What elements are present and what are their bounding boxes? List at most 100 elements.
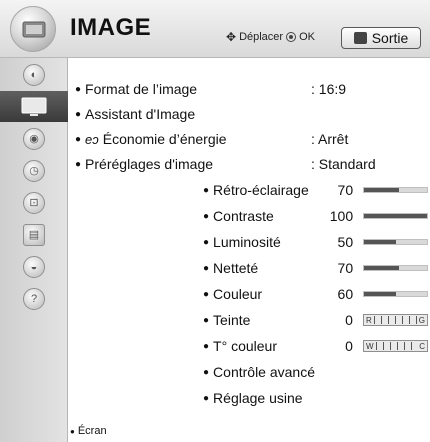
setting-label: Teinte [213, 312, 251, 328]
setting-backlight[interactable]: ● Rétro-éclairage 70 [203, 177, 428, 203]
sidebar-item-options[interactable]: ▤ [0, 219, 68, 250]
leaf-icon: eↄ [85, 131, 99, 147]
menu-item-value: : Arrêt [311, 131, 349, 147]
setting-label: Réglage usine [213, 390, 303, 406]
setting-value: 70 [337, 182, 354, 198]
ok-button-icon [286, 32, 297, 42]
scale-right-label: C [419, 341, 425, 351]
bullet: ● [75, 158, 82, 170]
color-temperature-scale: W C [362, 340, 428, 352]
menu-item-aspect-ratio[interactable]: ● Format de l’image : 16:9 [75, 76, 430, 102]
menu-item-value: : Standard [311, 156, 376, 172]
menu-item-energy-saving[interactable]: ● eↄ Économie d’énergie : Arrêt [75, 126, 430, 152]
scale-right-label: G [418, 315, 425, 325]
sidebar-item-time[interactable]: ◷ [0, 155, 68, 186]
bullet: ● [75, 108, 82, 120]
menu-item-label: Économie d’énergie [102, 131, 227, 147]
scale-ticks [375, 342, 418, 350]
picture-settings-list: ● Format de l’image : 16:9 ● Assistant d… [68, 58, 430, 442]
clock-icon: ◷ [23, 159, 45, 182]
ok-label: OK [299, 31, 315, 43]
speaker-icon: ◉ [23, 127, 45, 150]
level-bar-fill [364, 292, 396, 296]
menu-header: IMAGE ✥ Déplacer OK Sortie [0, 0, 430, 58]
setting-contrast[interactable]: ● Contraste 100 [203, 203, 428, 229]
setting-value: 60 [337, 286, 354, 302]
sidebar-item-lock[interactable]: ⊡ [0, 187, 68, 218]
setting-tint[interactable]: ● Teinte 0 R G [203, 307, 428, 333]
options-icon: ▤ [23, 223, 45, 246]
sidebar-item-audio[interactable]: ◉ [0, 123, 68, 154]
setting-brightness[interactable]: ● Luminosité 50 [203, 229, 428, 255]
network-icon: ◒ [23, 255, 45, 278]
setting-label: Contrôle avancé [213, 364, 315, 380]
picture-menu-icon [10, 6, 56, 52]
menu-item-label: Préréglages d'image [85, 156, 214, 172]
bullet: ● [203, 288, 210, 300]
setting-label: Contraste [213, 208, 274, 224]
exit-key-icon [353, 32, 367, 44]
menu-item-screen[interactable]: ● Écran [70, 425, 107, 437]
exit-label: Sortie [371, 30, 409, 46]
setting-label: Couleur [213, 286, 263, 302]
menu-item-label: Assistant d'Image [85, 106, 196, 122]
level-bar [363, 187, 428, 193]
sidebar-item-help[interactable]: ? [0, 283, 68, 314]
scale-left-label: R [365, 315, 372, 325]
sidebar-item-network[interactable]: ◒ [0, 251, 68, 282]
level-bar [363, 213, 428, 219]
setting-color[interactable]: ● Couleur 60 [203, 281, 428, 307]
level-bar-fill [364, 214, 427, 218]
level-bar-fill [364, 188, 399, 192]
setting-picture-reset[interactable]: ● Réglage usine [203, 385, 428, 411]
bullet: ● [75, 133, 82, 145]
setting-value: 0 [345, 338, 353, 354]
bullet: ● [203, 392, 210, 404]
help-icon: ? [23, 287, 45, 310]
level-bar-fill [364, 240, 396, 244]
picture-menu-icon: ◐ [23, 63, 45, 86]
setting-color-temperature[interactable]: ● T° couleur 0 W C [203, 333, 428, 359]
navigation-hint: ✥ Déplacer OK [226, 30, 315, 44]
bullet: ● [203, 340, 210, 352]
scale-left-label: W [365, 341, 374, 351]
bullet: ● [75, 83, 82, 95]
bullet: ● [203, 210, 210, 222]
bullet: ● [203, 314, 210, 326]
bullet: ● [203, 262, 210, 274]
bullet: ● [203, 236, 210, 248]
setting-value: 70 [337, 260, 354, 276]
sidebar-item-image[interactable] [0, 91, 68, 122]
menu-item-value: : 16:9 [311, 81, 347, 97]
directional-pad-icon: ✥ [226, 30, 237, 44]
menu-item-picture-wizard[interactable]: ● Assistant d'Image [75, 101, 430, 127]
scale-ticks [373, 316, 417, 324]
setting-value: 50 [337, 234, 354, 250]
bullet: ● [203, 366, 210, 378]
menu-item-picture-mode[interactable]: ● Préréglages d'image : Standard [75, 151, 430, 177]
page-title: IMAGE [70, 14, 152, 41]
level-bar-fill [364, 266, 399, 270]
setting-value: 100 [329, 208, 354, 224]
setting-label: T° couleur [213, 338, 278, 354]
exit-button[interactable]: Sortie [341, 27, 421, 49]
setting-label: Rétro-éclairage [213, 182, 309, 198]
tint-scale: R G [362, 314, 428, 326]
sidebar-item-picture[interactable]: ◐ [0, 59, 68, 90]
setting-label: Netteté [213, 260, 259, 276]
menu-item-label: Format de l’image [85, 81, 198, 97]
nav-hint-label: Déplacer [239, 31, 284, 43]
monitor-icon [21, 97, 47, 116]
level-bar [363, 265, 428, 271]
category-sidebar: ◐ ◉ ◷ ⊡ ▤ ◒ ? [0, 58, 68, 442]
setting-value: 0 [345, 312, 353, 328]
level-bar [363, 291, 428, 297]
bullet: ● [203, 184, 210, 196]
bullet: ● [70, 426, 75, 436]
level-bar [363, 239, 428, 245]
setting-label: Luminosité [213, 234, 281, 250]
lock-icon: ⊡ [23, 191, 45, 214]
menu-item-label: Écran [77, 425, 107, 437]
setting-sharpness[interactable]: ● Netteté 70 [203, 255, 428, 281]
setting-advanced-control[interactable]: ● Contrôle avancé [203, 359, 428, 385]
